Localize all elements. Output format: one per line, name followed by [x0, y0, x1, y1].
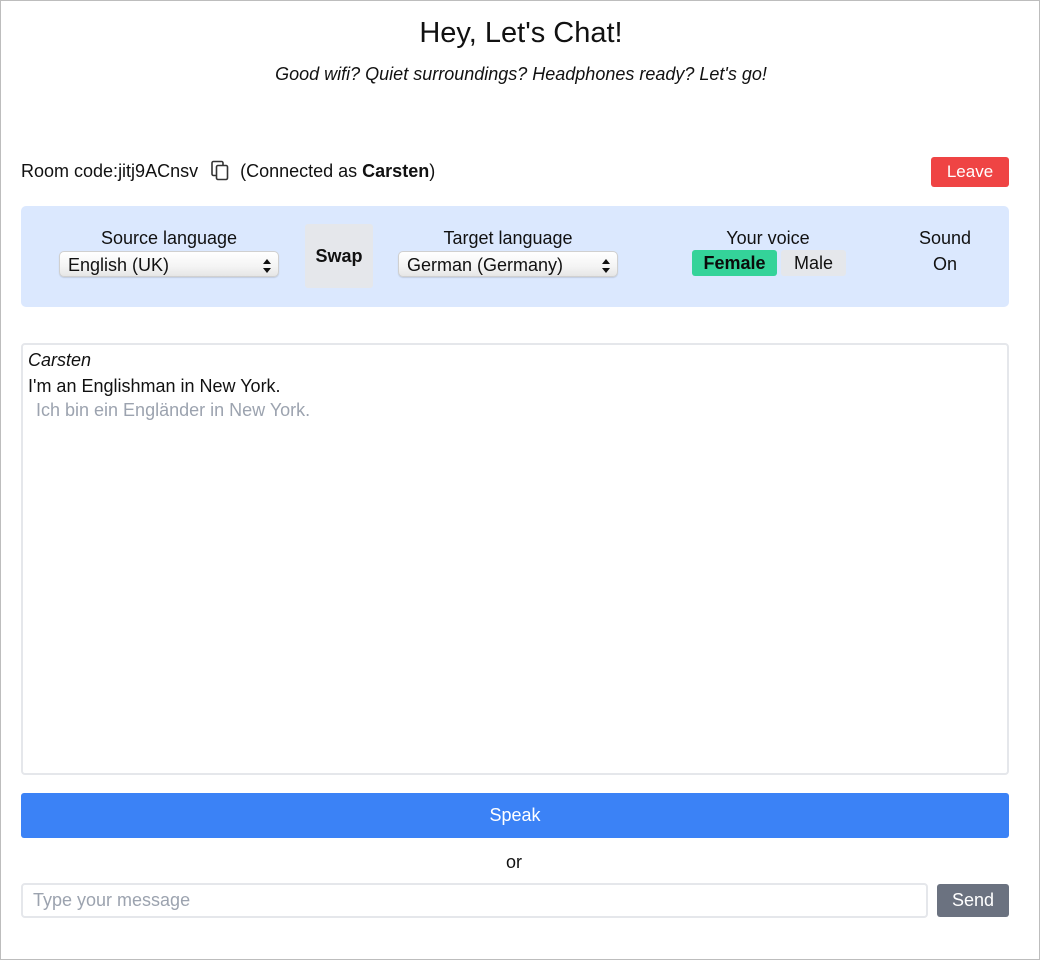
voice-label: Your voice	[726, 228, 810, 248]
or-separator: or	[505, 852, 522, 872]
message-text: I'm an Englishman in New York.	[28, 376, 281, 396]
chat-transcript: Carsten I'm an Englishman in New York. I…	[21, 343, 1009, 775]
source-language-value: English (UK)	[68, 255, 170, 275]
target-language-label: Target language	[443, 228, 573, 248]
room-code: jitj9ACnsv	[118, 161, 199, 181]
connected-suffix: )	[429, 161, 436, 181]
message-input[interactable]	[21, 883, 928, 918]
voice-male-button[interactable]: Male	[781, 250, 846, 276]
app-window: Hey, Let's Chat! Good wifi? Quiet surrou…	[0, 0, 1040, 960]
copy-icon[interactable]	[210, 160, 230, 182]
target-language-value: German (Germany)	[407, 255, 564, 275]
sound-label: Sound	[918, 228, 972, 248]
leave-button[interactable]: Leave	[931, 157, 1009, 187]
select-arrows-icon	[262, 256, 272, 274]
voice-female-button[interactable]: Female	[692, 250, 777, 276]
message-translation: Ich bin ein Engländer in New York.	[36, 400, 311, 420]
message-sender: Carsten	[28, 350, 92, 370]
page-subtitle: Good wifi? Quiet surroundings? Headphone…	[275, 64, 767, 84]
sound-toggle[interactable]: On	[909, 253, 981, 275]
select-arrows-icon	[601, 256, 611, 274]
target-language-select[interactable]: German (Germany)	[398, 251, 618, 277]
connected-prefix: (Connected as	[240, 161, 363, 181]
room-code-label: Room code:	[21, 161, 119, 181]
send-button[interactable]: Send	[937, 884, 1009, 917]
connected-user: Carsten	[362, 161, 430, 181]
room-info: Room code: jitj9ACnsv (Connected as Cars…	[21, 157, 435, 185]
language-settings-panel: Source language English (UK) Swap Target…	[21, 206, 1009, 307]
source-language-select[interactable]: English (UK)	[59, 251, 279, 277]
speak-button[interactable]: Speak	[21, 793, 1009, 838]
swap-languages-button[interactable]: Swap	[305, 224, 373, 288]
page-title: Hey, Let's Chat!	[419, 17, 623, 49]
source-language-label: Source language	[100, 228, 238, 248]
